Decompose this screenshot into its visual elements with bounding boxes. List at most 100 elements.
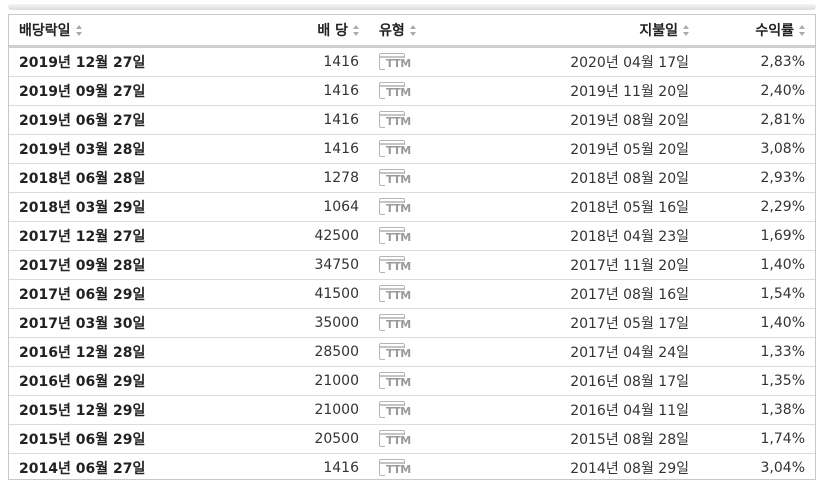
type-cell: TTM: [369, 279, 459, 309]
pay-date-cell: 2016년 04월 11일: [459, 395, 699, 425]
yield-cell: 3,04%: [760, 460, 805, 476]
calendar-ttm-icon: TTM: [379, 313, 415, 333]
table-row: 2018년 03월 29일 1064 TTM 2018년 05월 16일 2,29%: [9, 192, 815, 222]
header-ex-date[interactable]: 배당락일: [9, 15, 189, 48]
dividend-cell: 21000: [189, 366, 369, 396]
sort-arrows-icon[interactable]: [75, 24, 82, 36]
yield-cell: 2,93%: [699, 163, 815, 193]
yield-cell: 2,83%: [699, 46, 815, 77]
ex-date-cell: 2019년 06월 27일: [9, 105, 189, 135]
ex-date-cell: 2019년 12월 27일: [9, 46, 189, 77]
table-row: 2019년 06월 27일 1416 TTM 2019년 08월 20일 2,81%: [9, 105, 815, 135]
dividend-cell: 20500: [189, 424, 369, 454]
pay-date-cell: 2017년 04월 24일: [459, 337, 699, 367]
pay-date-cell: 2019년 11월 20일: [459, 76, 699, 106]
dividend-cell: 1064: [189, 192, 369, 222]
ex-date-cell: 2015년 06월 29일: [9, 424, 189, 454]
table-row: 2017년 03월 30일 35000 TTM 2017년 05월 17일 1,40%: [9, 308, 815, 338]
calendar-ttm-icon: TTM: [379, 139, 415, 159]
yield-cell: 2,40%: [699, 76, 815, 106]
ex-date-cell: 2017년 03월 30일: [9, 308, 189, 338]
pay-date-cell: 2017년 05월 17일: [459, 308, 699, 338]
calendar-ttm-icon: TTM: [379, 52, 415, 72]
type-cell: TTM: [369, 454, 459, 483]
table-row: 2015년 06월 29일 20500 TTM 2015년 08월 28일 1,74%: [9, 424, 815, 454]
calendar-ttm-icon: TTM: [379, 429, 415, 449]
ex-date-cell: 2015년 12월 29일: [9, 395, 189, 425]
pay-date-cell: 2020년 04월 17일: [459, 46, 699, 77]
type-cell: TTM: [369, 366, 459, 396]
dividend-cell: 28500: [189, 337, 369, 367]
ex-date-cell: 2014년 06월 27일: [19, 461, 146, 477]
yield-cell: 1,33%: [699, 337, 815, 367]
dividend-cell: 1416: [189, 105, 369, 135]
pay-date-cell: 2017년 08월 16일: [459, 279, 699, 309]
ex-date-cell: 2016년 12월 28일: [9, 337, 189, 367]
calendar-ttm-icon: TTM: [379, 284, 415, 304]
ex-date-cell: 2016년 06월 29일: [9, 366, 189, 396]
dividend-history-table-container: 배당락일 배 당 유형 지불일 수익률 2019년 12월 27일 1416 TTM…: [8, 14, 816, 480]
calendar-ttm-icon: TTM: [379, 81, 415, 101]
yield-cell: 2,29%: [699, 192, 815, 222]
yield-cell: 1,40%: [699, 308, 815, 338]
header-type[interactable]: 유형: [369, 15, 459, 48]
calendar-ttm-icon: TTM: [379, 342, 415, 362]
ex-date-cell: 2019년 03월 28일: [9, 134, 189, 164]
ex-date-cell: 2017년 12월 27일: [9, 221, 189, 251]
calendar-ttm-icon: TTM: [379, 255, 415, 275]
yield-cell: 2,81%: [699, 105, 815, 135]
type-cell: TTM: [369, 46, 459, 77]
header-yield[interactable]: 수익률: [699, 15, 815, 48]
calendar-ttm-icon: TTM: [379, 371, 415, 391]
calendar-ttm-icon: TTM: [379, 110, 415, 130]
dividend-cell: 35000: [189, 308, 369, 338]
table-row: 2019년 03월 28일 1416 TTM 2019년 05월 20일 3,08%: [9, 134, 815, 164]
ex-date-cell: 2018년 03월 29일: [9, 192, 189, 222]
sort-arrows-icon[interactable]: [799, 24, 805, 36]
pay-date-cell: 2017년 11월 20일: [459, 250, 699, 280]
dividend-cell: 1416: [189, 76, 369, 106]
type-cell: TTM: [369, 76, 459, 106]
dividend-cell: 21000: [189, 395, 369, 425]
calendar-ttm-icon: TTM: [379, 400, 415, 420]
pay-date-cell: 2016년 08월 17일: [459, 366, 699, 396]
pay-date-cell: 2018년 05월 16일: [459, 192, 699, 222]
sort-arrows-icon[interactable]: [353, 24, 359, 36]
calendar-ttm-icon: TTM: [379, 226, 415, 246]
type-cell: TTM: [369, 337, 459, 367]
pay-date-cell: 2018년 08월 20일: [459, 163, 699, 193]
pay-date-cell: 2018년 04월 23일: [459, 221, 699, 251]
type-cell: TTM: [369, 192, 459, 222]
table-header-row: 배당락일 배 당 유형 지불일 수익률: [9, 15, 815, 48]
dividend-cell: 1278: [189, 163, 369, 193]
type-cell: TTM: [369, 250, 459, 280]
header-dividend[interactable]: 배 당: [189, 15, 369, 48]
top-scroll-shadow: [8, 4, 816, 10]
type-cell: TTM: [369, 163, 459, 193]
yield-cell: 3,08%: [699, 134, 815, 164]
table-row: 2017년 09월 28일 34750 TTM 2017년 11월 20일 1,40%: [9, 250, 815, 280]
dividend-cell: 42500: [189, 221, 369, 251]
header-pay-date[interactable]: 지불일: [459, 15, 699, 48]
sort-arrows-icon[interactable]: [409, 24, 416, 36]
dividend-cell: 1416: [323, 460, 359, 476]
pay-date-cell: 2019년 08월 20일: [459, 105, 699, 135]
calendar-ttm-icon: TTM: [379, 168, 415, 188]
dividend-cell: 34750: [189, 250, 369, 280]
ex-date-cell: 2018년 06월 28일: [9, 163, 189, 193]
table-row: 2014년 06월 27일 1416 TTM 2014년 08월 29일 3,04%: [9, 454, 815, 483]
pay-date-cell: 2019년 05월 20일: [459, 134, 699, 164]
yield-cell: 1,69%: [699, 221, 815, 251]
type-cell: TTM: [369, 395, 459, 425]
pay-date-cell: 2014년 08월 29일: [570, 461, 689, 477]
sort-arrows-icon[interactable]: [683, 24, 689, 36]
table-row: 2016년 06월 29일 21000 TTM 2016년 08월 17일 1,35%: [9, 366, 815, 396]
type-cell: TTM: [369, 424, 459, 454]
type-cell: TTM: [369, 308, 459, 338]
dividend-cell: 1416: [189, 134, 369, 164]
ex-date-cell: 2017년 09월 28일: [9, 250, 189, 280]
dividend-history-table: 배당락일 배 당 유형 지불일 수익률 2019년 12월 27일 1416 TTM…: [9, 15, 815, 482]
calendar-ttm-icon: TTM: [379, 197, 415, 217]
table-row: 2019년 09월 27일 1416 TTM 2019년 11월 20일 2,40%: [9, 76, 815, 106]
yield-cell: 1,54%: [699, 279, 815, 309]
